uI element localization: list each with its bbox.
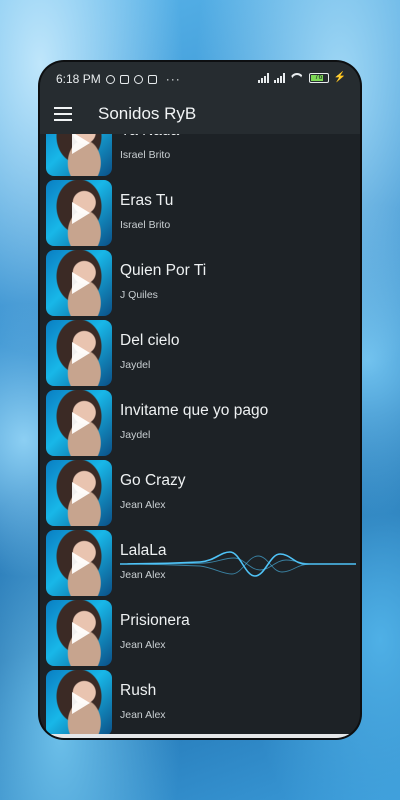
play-icon[interactable] — [72, 134, 90, 154]
play-icon[interactable] — [72, 692, 90, 714]
signal-icon — [257, 72, 269, 83]
status-left: 6:18 PM ··· — [56, 72, 181, 86]
song-artist: Jean Alex — [120, 639, 166, 651]
song-list[interactable]: Ya Nada Israel Brito Eras Tu Israel Brito Qu… — [40, 134, 360, 738]
album-art-thumbnail[interactable] — [46, 670, 112, 736]
album-art-thumbnail[interactable] — [46, 320, 112, 386]
song-artist: Israel Brito — [120, 219, 171, 231]
chat-bubble-icon — [119, 74, 129, 84]
song-title: Go Crazy — [120, 472, 186, 489]
play-icon[interactable] — [72, 202, 90, 224]
album-art-thumbnail[interactable] — [46, 250, 112, 316]
song-title: Rush — [120, 682, 157, 699]
song-title: Prisionera — [120, 612, 190, 629]
wifi-icon — [290, 73, 304, 83]
song-artist: Israel Brito — [120, 149, 171, 161]
song-list-item[interactable]: Prisionera Jean Alex — [40, 598, 360, 668]
play-icon[interactable] — [72, 342, 90, 364]
song-title: Eras Tu — [120, 192, 174, 209]
battery-level: 76 — [314, 73, 323, 81]
song-title: Quien Por Ti — [120, 262, 207, 279]
status-overflow: ··· — [165, 72, 181, 86]
song-list-item[interactable]: Ya Nada Israel Brito — [40, 134, 360, 178]
album-art-thumbnail[interactable] — [46, 600, 112, 666]
song-list-item[interactable]: Rush Jean Alex — [40, 668, 360, 738]
alarm-icon — [105, 74, 115, 84]
app-title: Sonidos RyB — [98, 104, 197, 123]
album-art-thumbnail[interactable] — [46, 180, 112, 246]
song-list-item[interactable]: Eras Tu Israel Brito — [40, 178, 360, 248]
signal-icon — [273, 72, 285, 83]
instagram-icon — [147, 74, 157, 84]
play-icon[interactable] — [72, 482, 90, 504]
play-icon[interactable] — [72, 622, 90, 644]
song-artist: Jaydel — [120, 429, 151, 441]
song-artist: Jean Alex — [120, 499, 166, 511]
play-icon[interactable] — [72, 552, 90, 574]
phone-screen: 6:18 PM ··· 76 ⚡ Sonidos RyB Ya Nada Isra… — [40, 62, 360, 738]
song-title: Invitame que yo pago — [120, 402, 269, 419]
song-list-inner: Ya Nada Israel Brito Eras Tu Israel Brito Qu… — [40, 134, 360, 738]
status-right: 76 ⚡ — [257, 72, 346, 83]
song-title: Ya Nada — [120, 134, 179, 140]
album-art-thumbnail[interactable] — [46, 134, 112, 176]
album-art-thumbnail[interactable] — [46, 390, 112, 456]
app-bar: Sonidos RyB — [40, 96, 360, 134]
status-time: 6:18 PM — [56, 72, 101, 86]
song-artist: J Quiles — [120, 289, 158, 301]
album-art-thumbnail[interactable] — [46, 460, 112, 526]
play-icon[interactable] — [72, 412, 90, 434]
song-title: Del cielo — [120, 332, 180, 349]
song-list-item[interactable]: Del cielo Jaydel — [40, 318, 360, 388]
song-artist: Jean Alex — [120, 709, 166, 721]
song-title: LalaLa — [120, 542, 167, 559]
status-bar: 6:18 PM ··· 76 ⚡ — [40, 62, 360, 96]
song-artist: Jaydel — [120, 359, 151, 371]
album-art-thumbnail[interactable] — [46, 530, 112, 596]
song-list-item[interactable]: LalaLa Jean Alex — [40, 528, 360, 598]
song-list-item[interactable]: Invitame que yo pago Jaydel — [40, 388, 360, 458]
song-artist: Jean Alex — [120, 569, 166, 581]
nav-bar-indicator — [40, 734, 360, 738]
song-list-item[interactable]: Go Crazy Jean Alex — [40, 458, 360, 528]
charging-bolt-icon: ⚡ — [333, 72, 346, 83]
hamburger-menu-icon[interactable] — [54, 107, 72, 121]
song-list-item[interactable]: Quien Por Ti J Quiles — [40, 248, 360, 318]
telegram-icon — [133, 74, 143, 84]
play-icon[interactable] — [72, 272, 90, 294]
battery-icon: 76 — [308, 72, 329, 83]
